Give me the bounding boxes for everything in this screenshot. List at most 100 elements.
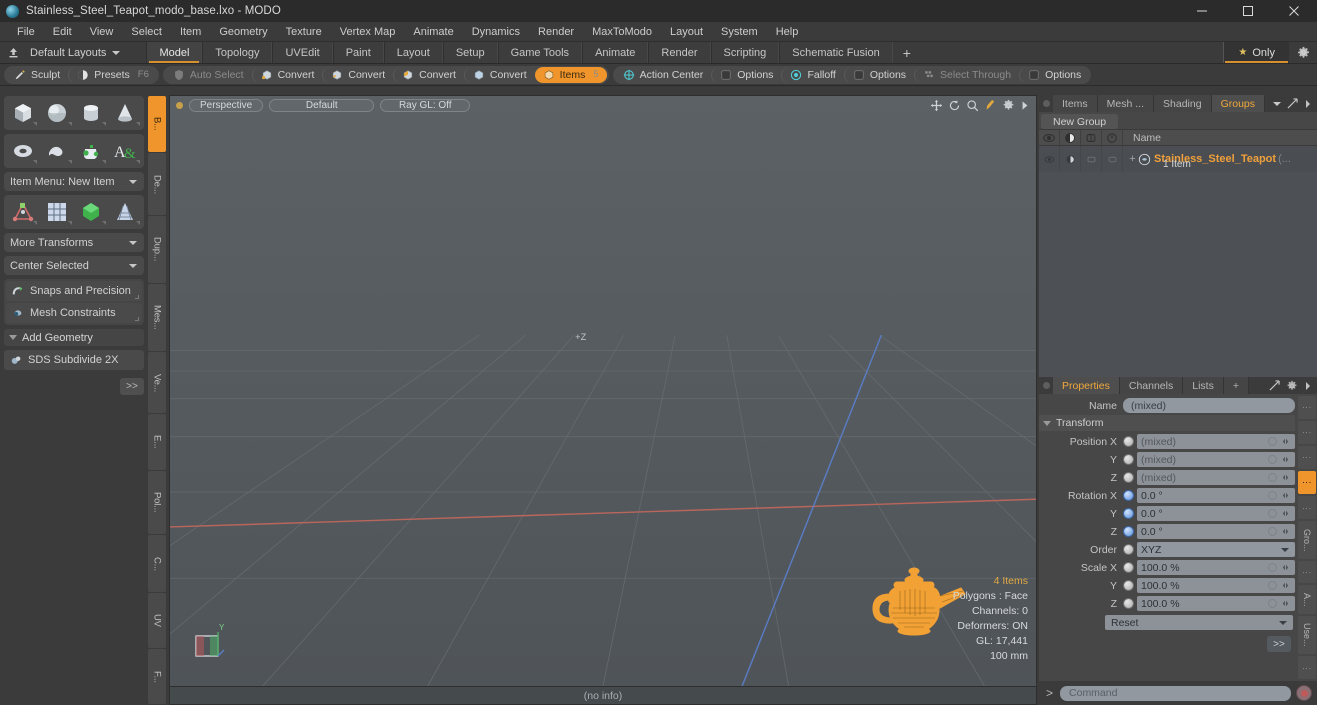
nudge-icon[interactable] — [1280, 455, 1291, 464]
anim-dot-icon[interactable] — [1268, 473, 1277, 482]
tab-shading[interactable]: Shading — [1154, 95, 1212, 112]
auto-select-button[interactable]: Auto Select — [165, 67, 252, 83]
tab-mesh[interactable]: Mesh ... — [1097, 95, 1155, 112]
menu-select[interactable]: Select — [122, 22, 171, 42]
nudge-icon[interactable] — [1280, 437, 1291, 446]
shading-mode-button[interactable]: Default — [269, 99, 375, 112]
chevron-down-icon[interactable] — [1273, 101, 1281, 106]
default-layouts-dropdown[interactable]: Default Layouts — [26, 42, 130, 63]
sds-subdivide-button[interactable]: SDS Subdivide 2X — [4, 350, 144, 370]
tab-items[interactable]: Items — [1053, 95, 1098, 112]
raygl-button[interactable]: Ray GL: Off — [380, 99, 471, 112]
scale-y-input[interactable]: 100.0 % — [1137, 578, 1295, 593]
wireframe-icon[interactable] — [1081, 130, 1102, 145]
pivot-tool[interactable] — [6, 197, 40, 227]
export-layout-icon[interactable] — [0, 42, 26, 63]
menu-maxtomodo[interactable]: MaxToModo — [583, 22, 661, 42]
falloff-button[interactable]: Falloff — [781, 66, 843, 83]
menu-file[interactable]: File — [8, 22, 44, 42]
tab-add-properties[interactable]: + — [1223, 377, 1249, 394]
text-tool[interactable]: A & — [108, 136, 142, 166]
mesh-constraints-button[interactable]: Mesh Constraints — [6, 303, 142, 323]
convert-edge-button[interactable]: Convert — [322, 66, 393, 83]
menu-dynamics[interactable]: Dynamics — [463, 22, 529, 42]
close-icon[interactable] — [1271, 0, 1317, 22]
rotation-y-knob[interactable] — [1123, 508, 1134, 519]
rotation-z-knob[interactable] — [1123, 526, 1134, 537]
lattice-tool[interactable] — [108, 197, 142, 227]
rotation-y-input[interactable]: 0.0 ° — [1137, 506, 1295, 521]
position-z-knob[interactable] — [1123, 472, 1134, 483]
new-group-button[interactable]: New Group — [1041, 114, 1119, 129]
pvt-2[interactable]: ⋮ — [1298, 445, 1316, 469]
pvt-1[interactable]: ⋮ — [1298, 420, 1316, 444]
grid-tool[interactable] — [40, 197, 74, 227]
position-y-knob[interactable] — [1123, 454, 1134, 465]
action-center-button[interactable]: Action Center — [615, 67, 712, 83]
pvt-0[interactable]: ⋮ — [1298, 396, 1316, 419]
action-center-options-button[interactable]: Options — [711, 66, 781, 83]
scale-x-knob[interactable] — [1123, 562, 1134, 573]
pvt-9[interactable]: ⋮ — [1298, 656, 1316, 679]
rotate-icon[interactable] — [948, 99, 961, 112]
capsule-tool[interactable] — [40, 136, 74, 166]
nudge-icon[interactable] — [1280, 509, 1291, 518]
transform-section-header[interactable]: Transform — [1039, 415, 1295, 431]
center-selected-dropdown[interactable]: Center Selected — [4, 256, 144, 275]
position-y-input[interactable]: (mixed) — [1137, 452, 1295, 467]
item-menu-dropdown[interactable]: Item Menu: New Item — [4, 172, 144, 191]
tab-model[interactable]: Model — [146, 42, 203, 63]
vtab-command[interactable]: C... — [148, 535, 166, 592]
vtab-edge[interactable]: E... — [148, 413, 166, 471]
maximize-icon[interactable] — [1225, 0, 1271, 22]
3d-viewport[interactable]: +Z Y Perspective Default Ray GL: Off 4 I… — [169, 95, 1037, 687]
expand-icon[interactable] — [1287, 98, 1298, 109]
anim-dot-icon[interactable] — [1268, 599, 1277, 608]
anim-dot-icon[interactable] — [1268, 581, 1277, 590]
anim-dot-icon[interactable] — [1268, 563, 1277, 572]
scale-x-input[interactable]: 100.0 % — [1137, 560, 1295, 575]
visibility-icon[interactable] — [1039, 130, 1060, 145]
vtab-deform[interactable]: De... — [148, 153, 166, 215]
tab-render[interactable]: Render — [648, 42, 711, 63]
record-icon[interactable] — [1296, 685, 1312, 701]
position-x-input[interactable]: (mixed) — [1137, 434, 1295, 449]
tab-properties[interactable]: Properties — [1053, 377, 1120, 394]
anim-dot-icon[interactable] — [1268, 509, 1277, 518]
vtab-vertex[interactable]: Ve... — [148, 352, 166, 413]
pvt-transform-active[interactable]: ⋮ — [1298, 470, 1316, 495]
move-icon[interactable] — [930, 99, 943, 112]
select-through-button[interactable]: Select Through — [914, 66, 1019, 83]
nudge-icon[interactable] — [1280, 491, 1291, 500]
anim-dot-icon[interactable] — [1268, 437, 1277, 446]
expand-toggle-icon[interactable]: + — [1127, 153, 1138, 165]
cone-tool[interactable] — [108, 98, 142, 128]
gear-icon[interactable] — [1002, 99, 1015, 112]
row-shading-icon[interactable] — [1060, 146, 1081, 172]
menu-system[interactable]: System — [712, 22, 767, 42]
vtab-mesh[interactable]: Mes... — [148, 283, 166, 352]
add-tab-button[interactable]: + — [893, 42, 921, 63]
left-panel-expand-button[interactable]: >> — [120, 378, 144, 395]
rotation-z-input[interactable]: 0.0 ° — [1137, 524, 1295, 539]
nudge-icon[interactable] — [1280, 563, 1291, 572]
name-input[interactable]: (mixed) — [1123, 398, 1295, 413]
anim-dot-icon[interactable] — [1268, 455, 1277, 464]
menu-geometry[interactable]: Geometry — [210, 22, 276, 42]
scale-z-input[interactable]: 100.0 % — [1137, 596, 1295, 611]
scale-z-knob[interactable] — [1123, 598, 1134, 609]
row-visibility-icon[interactable] — [1039, 146, 1060, 172]
sphere-tool[interactable] — [40, 98, 74, 128]
order-dropdown[interactable]: XYZ — [1137, 542, 1295, 557]
pvt-assembly[interactable]: A... — [1298, 585, 1316, 614]
panel-arrow-icon[interactable] — [1304, 381, 1312, 391]
row-content[interactable]: + Stainless_Steel_Teapot (... 1 Item — [1123, 146, 1317, 172]
pvt-groups[interactable]: Gro... — [1298, 521, 1316, 559]
menu-item[interactable]: Item — [171, 22, 210, 42]
nudge-icon[interactable] — [1280, 473, 1291, 482]
torus-tool[interactable] — [6, 136, 40, 166]
tab-channels[interactable]: Channels — [1119, 377, 1184, 394]
anim-dot-icon[interactable] — [1268, 527, 1277, 536]
pvt-4[interactable]: ⋮ — [1298, 496, 1316, 520]
flashlight-icon[interactable] — [984, 99, 997, 112]
